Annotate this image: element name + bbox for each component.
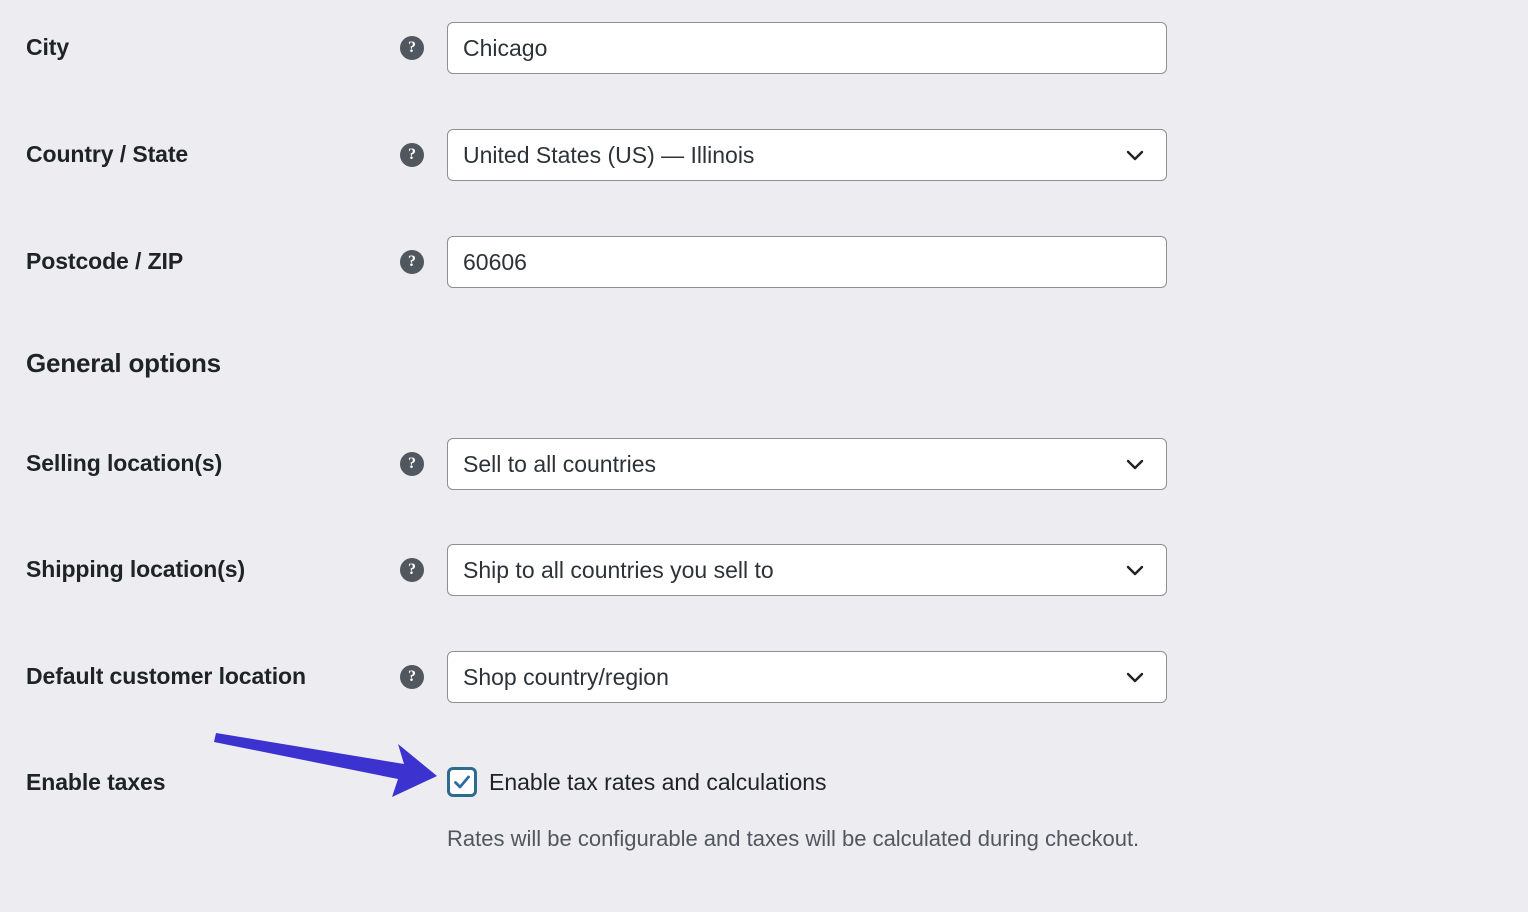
form-row-selling-locations: Selling location(s) ? Sell to all countr… — [0, 436, 1528, 492]
question-mark-icon[interactable]: ? — [400, 665, 424, 689]
enable-taxes-checkbox-row[interactable]: Enable tax rates and calculations — [447, 767, 827, 797]
chevron-down-icon[interactable] — [1124, 144, 1146, 166]
label-shipping-locations: Shipping location(s) — [26, 556, 246, 583]
shipping-locations-select-value: Ship to all countries you sell to — [463, 556, 774, 583]
help-cell-shipping-locations: ? — [400, 558, 447, 582]
shipping-locations-select[interactable]: Ship to all countries you sell to — [447, 544, 1167, 596]
chevron-down-icon[interactable] — [1124, 453, 1146, 475]
label-default-customer-location: Default customer location — [26, 663, 306, 690]
question-mark-icon[interactable]: ? — [400, 36, 424, 60]
label-country-state: Country / State — [26, 141, 189, 168]
label-selling-locations: Selling location(s) — [26, 450, 223, 477]
question-mark-icon[interactable]: ? — [400, 558, 424, 582]
question-mark-icon[interactable]: ? — [400, 250, 424, 274]
section-heading-general-options: General options — [26, 348, 221, 378]
enable-taxes-checkbox-label[interactable]: Enable tax rates and calculations — [489, 769, 827, 796]
postcode-zip-input[interactable]: 60606 — [447, 236, 1167, 288]
help-cell-postcode-zip: ? — [400, 250, 447, 274]
question-mark-icon[interactable]: ? — [400, 143, 424, 167]
help-cell-default-customer-location: ? — [400, 665, 447, 689]
chevron-down-icon[interactable] — [1124, 666, 1146, 688]
help-cell-city: ? — [400, 36, 447, 60]
enable-taxes-checkbox[interactable] — [447, 767, 477, 797]
label-enable-taxes: Enable taxes — [26, 769, 166, 796]
label-postcode-zip: Postcode / ZIP — [26, 248, 184, 275]
form-row-shipping-locations: Shipping location(s) ? Ship to all count… — [0, 542, 1528, 598]
form-row-default-customer-location: Default customer location ? Shop country… — [0, 649, 1528, 705]
help-cell-country-state: ? — [400, 143, 447, 167]
form-row-country-state: Country / State ? United States (US) — I… — [0, 127, 1528, 183]
default-customer-location-select[interactable]: Shop country/region — [447, 651, 1167, 703]
help-cell-selling-locations: ? — [400, 452, 447, 476]
country-state-select[interactable]: United States (US) — Illinois — [447, 129, 1167, 181]
city-input[interactable]: Chicago — [447, 22, 1167, 74]
question-mark-icon[interactable]: ? — [400, 452, 424, 476]
selling-locations-select[interactable]: Sell to all countries — [447, 438, 1167, 490]
city-input-value: Chicago — [463, 34, 548, 61]
form-row-postcode-zip: Postcode / ZIP ? 60606 — [0, 234, 1528, 290]
postcode-zip-input-value: 60606 — [463, 248, 527, 275]
form-row-city: City ? Chicago — [0, 20, 1528, 76]
checkmark-icon — [454, 775, 470, 789]
label-city: City — [26, 34, 70, 61]
country-state-select-value: United States (US) — Illinois — [463, 141, 755, 168]
chevron-down-icon[interactable] — [1124, 559, 1146, 581]
selling-locations-select-value: Sell to all countries — [463, 450, 657, 477]
default-customer-location-select-value: Shop country/region — [463, 663, 669, 690]
enable-taxes-description: Rates will be configurable and taxes wil… — [447, 826, 1140, 851]
settings-page: City ? Chicago Country / State ? United … — [0, 0, 1528, 912]
